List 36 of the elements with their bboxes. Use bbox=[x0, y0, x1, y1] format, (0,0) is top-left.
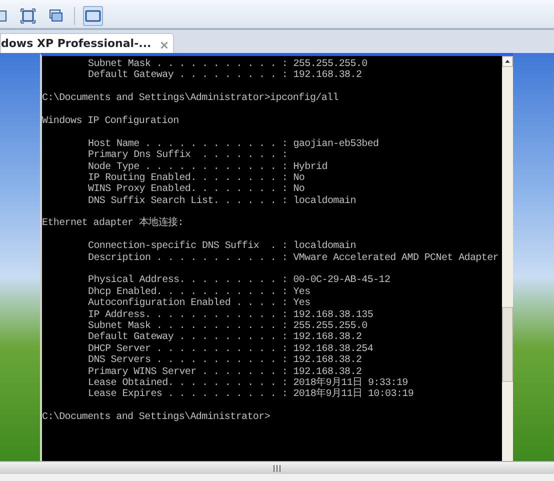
console-line: Primary Dns Suffix . . . . . . . : bbox=[87, 150, 289, 162]
console-line: IP Routing Enabled. . . . . . . . : No bbox=[87, 172, 306, 184]
console-line: WINS Proxy Enabled. . . . . . . . : No bbox=[87, 184, 306, 196]
console-line: Node Type . . . . . . . . . . . . : Hybrid bbox=[87, 162, 328, 173]
grip-icon bbox=[273, 464, 281, 472]
console-line: C:\Documents and Settings\Administrator>ipconfig/all bbox=[42, 93, 340, 105]
console-line: Default Gateway . . . . . . . . . : 192.168.38.2 bbox=[87, 70, 363, 82]
toolbar-button[interactable] bbox=[83, 6, 103, 26]
vm-tab[interactable]: dows XP Professional-... × bbox=[0, 33, 174, 53]
console-line: Lease Obtained. . . . . . . . . . : 2018年9月11日 9:33:19 bbox=[87, 378, 409, 389]
console-line: DNS Servers . . . . . . . . . . . : 192.168.38.2 bbox=[87, 355, 363, 366]
console-line: DNS Suffix Search List. . . . . . : localdomain bbox=[87, 196, 357, 208]
console-line: Primary WINS Server . . . . . . . : 192.168.38.2 bbox=[87, 366, 363, 378]
fullscreen-icon bbox=[20, 8, 36, 24]
console-line: Ethernet adapter 本地连接: bbox=[42, 218, 184, 230]
console-line: DHCP Server . . . . . . . . . . . : 192.168.38.254 bbox=[87, 344, 374, 355]
console-line: Host Name . . . . . . . . . . . . : gaojian-eb53bed bbox=[87, 138, 380, 150]
window-icon bbox=[85, 8, 101, 24]
console-line: Subnet Mask . . . . . . . . . . . : 255.255.255.0 bbox=[87, 320, 368, 332]
console-line: Autoconfiguration Enabled . . . . : Yes bbox=[87, 298, 312, 310]
console-line: Connection-specific DNS Suffix . : localdomain bbox=[87, 241, 357, 252]
console-line: Default Gateway . . . . . . . . . : 192.168.38.2 bbox=[87, 332, 363, 344]
scroll-thumb[interactable] bbox=[502, 307, 513, 382]
console-line: Lease Expires . . . . . . . . . . : 2018年9月11日 10:03:19 bbox=[87, 389, 415, 401]
console-line: Description . . . . . . . . . . . : VMware Accelerated AMD PCNet Adapter bbox=[87, 252, 500, 264]
console-line: Subnet Mask . . . . . . . . . . . : 255.255.255.0 bbox=[87, 59, 368, 70]
console-line: Physical Address. . . . . . . . . : 00-0C-29-AB-45-12 bbox=[87, 275, 392, 286]
console-line: Dhcp Enabled. . . . . . . . . . . : Yes bbox=[87, 286, 312, 298]
tab-label: dows XP Professional-... bbox=[1, 36, 152, 52]
console-line: IP Address. . . . . . . . . . . . : 192.168.38.135 bbox=[87, 310, 374, 321]
scroll-up-icon[interactable] bbox=[502, 56, 513, 67]
windows-stack-icon bbox=[48, 8, 64, 24]
console-line: C:\Documents and Settings\Administrator> bbox=[42, 412, 272, 424]
scrollbar[interactable] bbox=[502, 56, 513, 461]
console-line: Windows IP Configuration bbox=[42, 116, 180, 128]
toolbar-button[interactable] bbox=[18, 6, 38, 26]
